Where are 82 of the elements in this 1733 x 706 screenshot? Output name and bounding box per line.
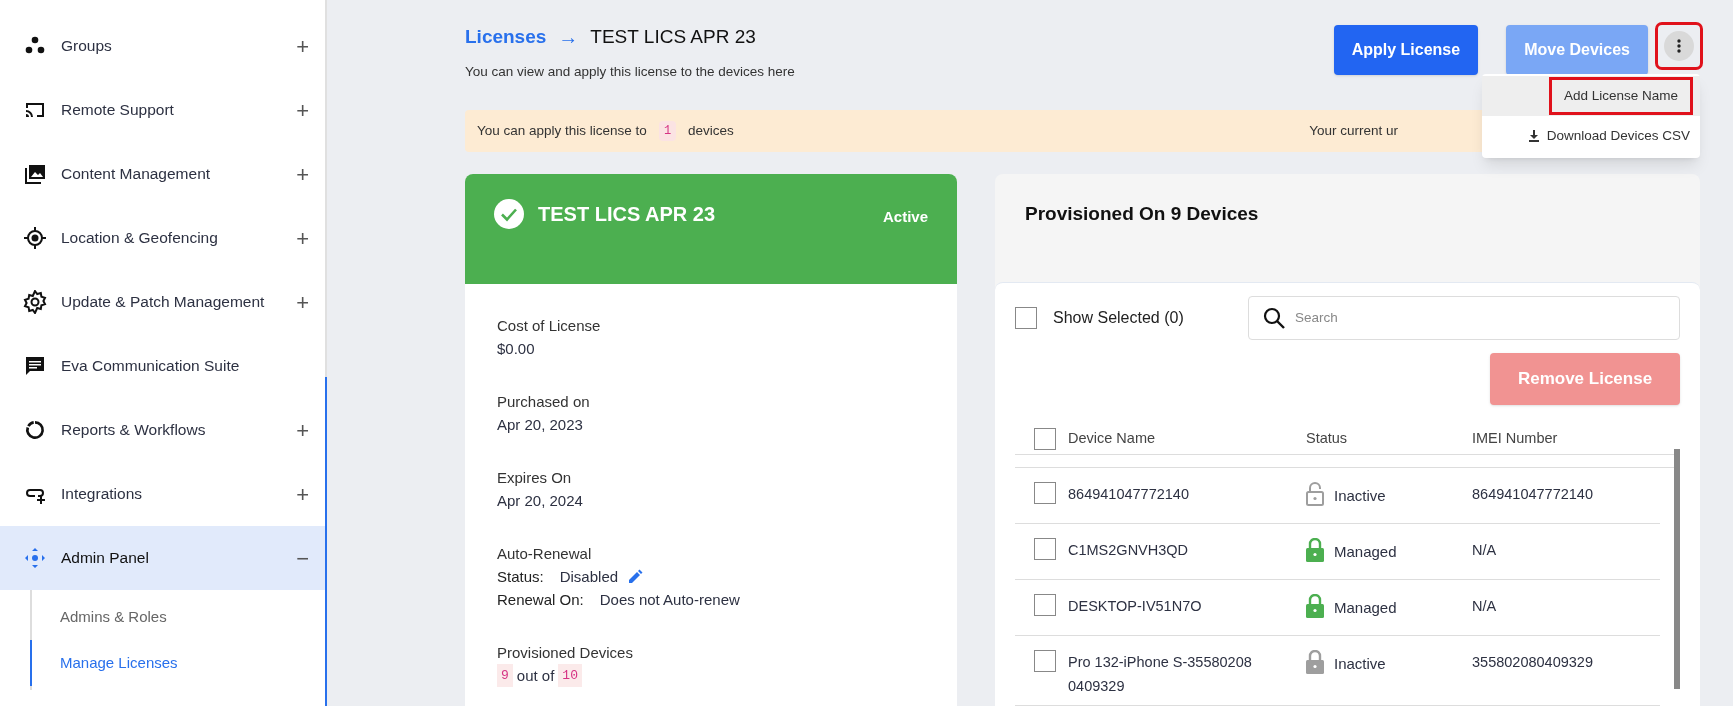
collapse-icon[interactable]: − — [296, 541, 309, 575]
field-value: Disabled — [559, 567, 619, 587]
column-header: Device Name — [1068, 428, 1157, 448]
panel-title: Provisioned On 9 Devices — [1024, 202, 1260, 226]
expand-icon[interactable]: + — [296, 93, 309, 127]
photos-icon — [23, 162, 47, 186]
sidebar-item[interactable]: Content Management + — [0, 142, 325, 206]
sidebar-item[interactable]: Remote Support + — [0, 78, 325, 142]
search-icon — [1263, 307, 1285, 329]
expand-icon[interactable]: + — [296, 285, 309, 319]
sidebar-item[interactable]: Groups + — [0, 14, 325, 78]
four-arrows-icon — [23, 546, 47, 570]
table-cell-text: 864941047772140 — [1472, 485, 1593, 504]
count-badge: 9 — [497, 664, 513, 687]
more-options-button[interactable] — [1658, 25, 1700, 67]
column-header: Status — [1306, 428, 1349, 448]
table-cell-text: DESKTOP-IV51N7O — [1068, 597, 1203, 616]
status-text: Managed — [1334, 598, 1397, 618]
alert-text: devices — [688, 121, 734, 140]
license-status: Active — [882, 207, 928, 227]
sidebar-item[interactable]: Update & Patch Management + — [0, 270, 325, 334]
field-value: Apr 20, 2023 — [497, 415, 584, 435]
table-cell-text: 864941047772140 — [1068, 485, 1190, 504]
chat-icon — [23, 354, 47, 378]
field-value: $0.00 — [497, 339, 536, 359]
target-icon — [23, 226, 47, 250]
field-value: out of — [516, 666, 555, 686]
page-subtitle: You can view and apply this license to the devices here — [465, 63, 795, 81]
download-icon — [1528, 130, 1539, 142]
field-label: Status: — [497, 567, 544, 587]
table-cell-text: N/A — [1472, 597, 1497, 616]
page-title: TEST LICS APR 23 — [590, 24, 756, 49]
sidebar-item[interactable]: Reports & Workflows + — [0, 398, 325, 462]
sidebar-item[interactable]: Integrations + — [0, 462, 325, 526]
expand-icon[interactable]: + — [296, 221, 309, 255]
count-badge: 10 — [558, 664, 582, 687]
checkbox[interactable] — [1034, 594, 1056, 616]
field-value: Apr 20, 2024 — [497, 491, 584, 511]
sidebar-item[interactable]: Admin Panel − — [0, 526, 325, 590]
count-badge: 1 — [658, 121, 677, 141]
checkbox[interactable] — [1034, 538, 1056, 560]
field-label: Renewal On: — [497, 590, 584, 610]
submenu-item[interactable]: Admins & Roles — [30, 594, 325, 640]
expand-icon[interactable]: + — [296, 29, 309, 63]
status-text: Managed — [1334, 542, 1397, 562]
menu-item[interactable]: Download Devices CSV — [1482, 116, 1700, 156]
action-button[interactable]: Apply License — [1333, 25, 1479, 75]
field-label: Auto-Renewal — [497, 544, 593, 564]
alert-text: You can apply this license to — [477, 121, 647, 140]
status-text: Inactive — [1334, 486, 1386, 506]
field-label: Purchased on — [497, 392, 591, 412]
expand-icon[interactable]: + — [296, 477, 309, 511]
alert-text: Your current ur — [1309, 121, 1398, 140]
arrow-icon: → — [558, 22, 579, 52]
status-text: Inactive — [1334, 654, 1386, 674]
license-name: TEST LICS APR 23 — [538, 202, 716, 227]
field-label: Provisioned Devices — [497, 643, 634, 663]
table-cell-text: Pro 132-iPhone S-355802080409329 — [1068, 653, 1253, 696]
table-cell-text: 355802080409329 — [1472, 653, 1593, 672]
more-icon — [1664, 31, 1694, 61]
sidebar-item[interactable]: Location & Geofencing + — [0, 206, 325, 270]
checkbox[interactable] — [1034, 427, 1056, 450]
search-field[interactable]: Search — [1248, 296, 1680, 340]
breadcrumb-link[interactable]: Licenses — [465, 22, 547, 52]
field-label: Expires On — [497, 468, 573, 488]
expand-icon[interactable]: + — [296, 413, 309, 447]
field-value: Does not Auto-renew — [599, 590, 740, 610]
edit-icon[interactable] — [628, 569, 644, 584]
checkbox[interactable] — [1034, 482, 1056, 504]
ring-icon — [23, 418, 47, 442]
search-input[interactable]: Search — [1295, 307, 1665, 329]
column-header: IMEI Number — [1472, 428, 1558, 448]
checkbox[interactable] — [1034, 650, 1056, 672]
table-cell-text: N/A — [1472, 541, 1497, 560]
show-selected-label: Show Selected (0) — [1053, 308, 1184, 328]
expand-icon[interactable]: + — [296, 157, 309, 191]
checkbox[interactable] — [1015, 307, 1037, 329]
sidebar-item[interactable]: Eva Communication Suite — [0, 334, 325, 398]
table-cell-text: C1MS2GNVH3QD — [1068, 541, 1190, 560]
field-label: Cost of License — [497, 316, 602, 336]
gear-icon — [23, 290, 47, 314]
check-circle-icon — [494, 199, 524, 229]
